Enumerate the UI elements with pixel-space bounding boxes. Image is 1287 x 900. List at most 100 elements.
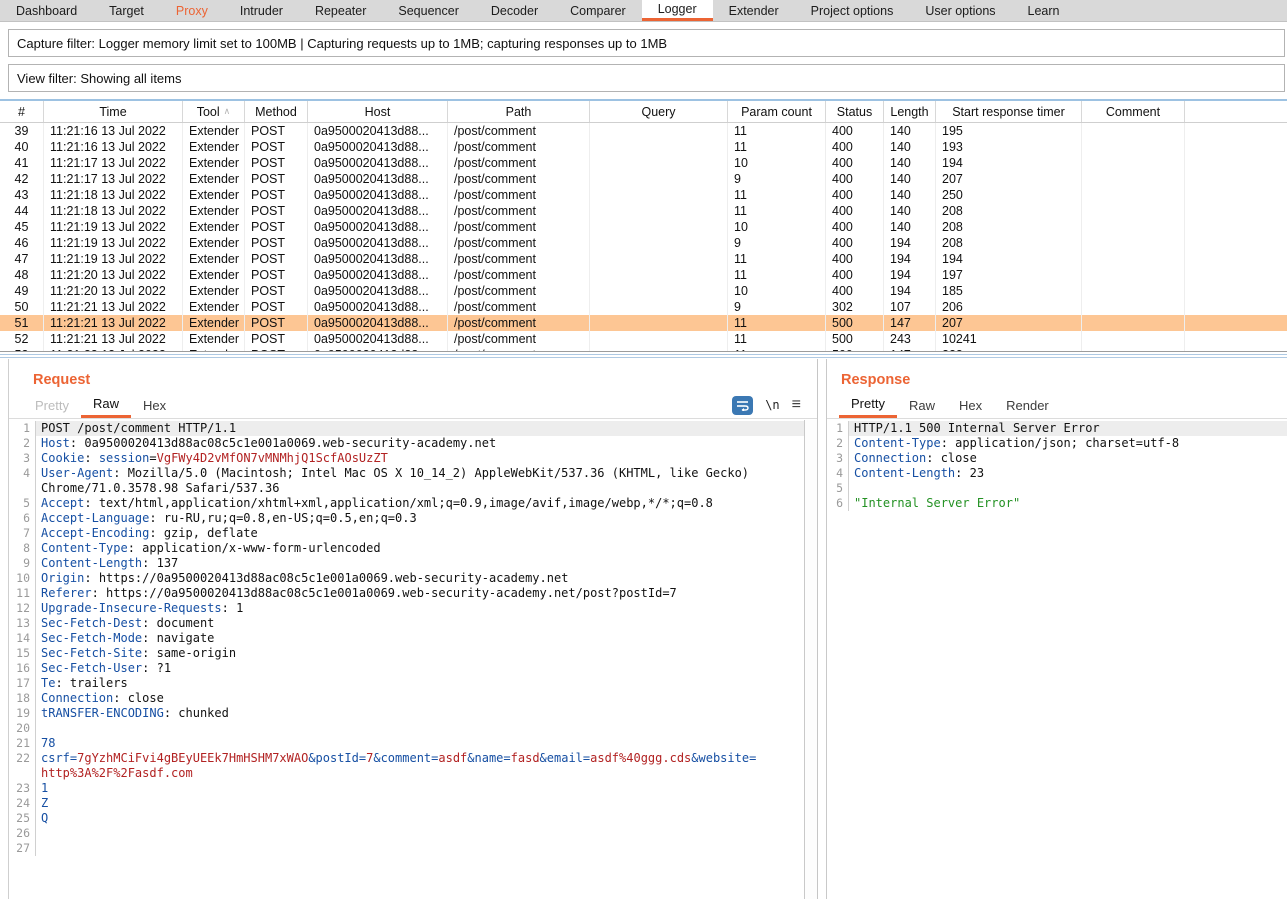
cell-time: 11:21:18 13 Jul 2022	[44, 187, 183, 203]
table-row-45[interactable]: 4511:21:19 13 Jul 2022ExtenderPOST0a9500…	[0, 219, 1287, 235]
view-filter-bar[interactable]: View filter: Showing all items	[8, 64, 1285, 92]
menu-tab-proxy[interactable]: Proxy	[160, 0, 224, 21]
table-row-41[interactable]: 4111:21:17 13 Jul 2022ExtenderPOST0a9500…	[0, 155, 1287, 171]
cell-param-count: 11	[728, 347, 826, 351]
table-row-40[interactable]: 4011:21:16 13 Jul 2022ExtenderPOST0a9500…	[0, 139, 1287, 155]
table-row-50[interactable]: 5011:21:21 13 Jul 2022ExtenderPOST0a9500…	[0, 299, 1287, 315]
menu-tab-intruder[interactable]: Intruder	[224, 0, 299, 21]
menu-tab-logger[interactable]: Logger	[642, 0, 713, 21]
editor-line: 19tRANSFER-ENCODING: chunked	[9, 706, 804, 721]
request-tab-raw[interactable]: Raw	[81, 392, 131, 418]
cell-method: POST	[245, 347, 308, 351]
table-row-46[interactable]: 4611:21:19 13 Jul 2022ExtenderPOST0a9500…	[0, 235, 1287, 251]
line-number: 2	[827, 436, 849, 451]
table-row-39[interactable]: 3911:21:16 13 Jul 2022ExtenderPOST0a9500…	[0, 123, 1287, 139]
table-row-42[interactable]: 4211:21:17 13 Jul 2022ExtenderPOST0a9500…	[0, 171, 1287, 187]
menu-tab-target[interactable]: Target	[93, 0, 160, 21]
table-row-43[interactable]: 4311:21:18 13 Jul 2022ExtenderPOST0a9500…	[0, 187, 1287, 203]
column-header-comment[interactable]: Comment	[1082, 101, 1185, 122]
cell-length: 140	[884, 139, 936, 155]
column-header-length[interactable]: Length	[884, 101, 936, 122]
editor-line: 1POST /post/comment HTTP/1.1	[9, 421, 804, 436]
line-content	[36, 841, 804, 856]
request-editor[interactable]: 1POST /post/comment HTTP/1.12Host: 0a950…	[9, 419, 804, 899]
cell-status: 400	[826, 203, 884, 219]
response-tab-raw[interactable]: Raw	[897, 392, 947, 418]
table-row-49[interactable]: 4911:21:20 13 Jul 2022ExtenderPOST0a9500…	[0, 283, 1287, 299]
editor-line: 7Accept-Encoding: gzip, deflate	[9, 526, 804, 541]
vertical-split-divider[interactable]	[817, 359, 826, 899]
newline-icon[interactable]: \n	[765, 398, 779, 412]
request-scrollbar[interactable]	[804, 420, 817, 899]
menu-tab-decoder[interactable]: Decoder	[475, 0, 554, 21]
column-header-label: Status	[837, 105, 872, 119]
wrap-lines-icon[interactable]	[732, 396, 753, 415]
line-content: Te: trailers	[36, 676, 804, 691]
line-content: csrf=7gYzhMCiFvi4gBEyUEEk7HmHSHM7xWAO&po…	[36, 751, 804, 766]
menu-tab-repeater[interactable]: Repeater	[299, 0, 382, 21]
cell-comment	[1082, 251, 1185, 267]
column-header-path[interactable]: Path	[448, 101, 590, 122]
column-header-status[interactable]: Status	[826, 101, 884, 122]
cell-start-response-timer: 185	[936, 283, 1082, 299]
line-number: 3	[9, 451, 36, 466]
cell-path: /post/comment	[448, 139, 590, 155]
cell-status: 500	[826, 331, 884, 347]
column-header-tool[interactable]: Tool∧	[183, 101, 245, 122]
menu-tab-user-options[interactable]: User options	[909, 0, 1011, 21]
cell-query	[590, 235, 728, 251]
cell-time: 11:21:22 13 Jul 2022	[44, 347, 183, 351]
request-tab-pretty[interactable]: Pretty	[23, 392, 81, 418]
line-number: 2	[9, 436, 36, 451]
main-menu: DashboardTargetProxyIntruderRepeaterSequ…	[0, 0, 1287, 22]
cell--: 51	[0, 315, 44, 331]
line-content: Sec-Fetch-User: ?1	[36, 661, 804, 676]
editor-line: 17Te: trailers	[9, 676, 804, 691]
column-header-label: Tool	[197, 105, 220, 119]
capture-filter-bar[interactable]: Capture filter: Logger memory limit set …	[8, 29, 1285, 57]
line-number: 26	[9, 826, 36, 841]
cell-status: 400	[826, 251, 884, 267]
table-row-51[interactable]: 5111:21:21 13 Jul 2022ExtenderPOST0a9500…	[0, 315, 1287, 331]
response-editor[interactable]: 1HTTP/1.1 500 Internal Server Error2Cont…	[827, 419, 1287, 899]
menu-tab-learn[interactable]: Learn	[1012, 0, 1076, 21]
cell--: 47	[0, 251, 44, 267]
horizontal-split-divider[interactable]	[0, 351, 1287, 359]
column-header-method[interactable]: Method	[245, 101, 308, 122]
editor-menu-icon[interactable]: ≡	[792, 397, 801, 413]
menu-tab-extender[interactable]: Extender	[713, 0, 795, 21]
cell-start-response-timer: 207	[936, 315, 1082, 331]
line-content: Accept: text/html,application/xhtml+xml,…	[36, 496, 804, 511]
column-header-label: Path	[506, 105, 532, 119]
menu-tab-dashboard[interactable]: Dashboard	[0, 0, 93, 21]
column-header-time[interactable]: Time	[44, 101, 183, 122]
menu-tab-comparer[interactable]: Comparer	[554, 0, 642, 21]
line-content: Connection: close	[849, 451, 1287, 466]
response-tab-hex[interactable]: Hex	[947, 392, 994, 418]
cell-start-response-timer: 194	[936, 251, 1082, 267]
editor-line: 6Accept-Language: ru-RU,ru;q=0.8,en-US;q…	[9, 511, 804, 526]
cell--: 49	[0, 283, 44, 299]
column-header--[interactable]: #	[0, 101, 44, 122]
menu-tab-project-options[interactable]: Project options	[795, 0, 910, 21]
cell-param-count: 11	[728, 331, 826, 347]
table-row-53[interactable]: 5311:21:22 13 Jul 2022ExtenderPOST0a9500…	[0, 347, 1287, 351]
column-header-query[interactable]: Query	[590, 101, 728, 122]
table-row-44[interactable]: 4411:21:18 13 Jul 2022ExtenderPOST0a9500…	[0, 203, 1287, 219]
request-tab-hex[interactable]: Hex	[131, 392, 178, 418]
menu-tab-sequencer[interactable]: Sequencer	[382, 0, 474, 21]
table-row-52[interactable]: 5211:21:21 13 Jul 2022ExtenderPOST0a9500…	[0, 331, 1287, 347]
response-tab-list: PrettyRawHexRender	[839, 392, 1061, 418]
table-row-48[interactable]: 4811:21:20 13 Jul 2022ExtenderPOST0a9500…	[0, 267, 1287, 283]
cell-method: POST	[245, 123, 308, 139]
column-header-param-count[interactable]: Param count	[728, 101, 826, 122]
table-row-47[interactable]: 4711:21:19 13 Jul 2022ExtenderPOST0a9500…	[0, 251, 1287, 267]
response-tab-render[interactable]: Render	[994, 392, 1061, 418]
cell-status: 400	[826, 139, 884, 155]
column-header-start-response-timer[interactable]: Start response timer	[936, 101, 1082, 122]
cell-comment	[1082, 123, 1185, 139]
column-header-host[interactable]: Host	[308, 101, 448, 122]
cell-host: 0a9500020413d88...	[308, 315, 448, 331]
cell-path: /post/comment	[448, 187, 590, 203]
response-tab-pretty[interactable]: Pretty	[839, 392, 897, 418]
